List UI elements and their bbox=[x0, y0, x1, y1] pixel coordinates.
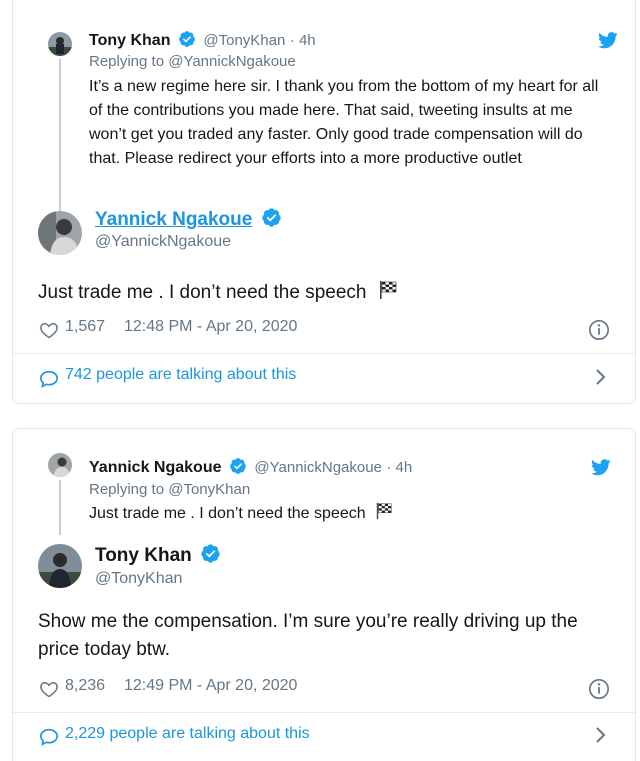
checkered-flag-emoji bbox=[378, 280, 398, 300]
author-handle[interactable]: @YannickNgakoue bbox=[95, 233, 231, 251]
verified-badge-icon bbox=[261, 207, 282, 228]
quoted-tweet-text: It’s a new regime here sir. I thank you … bbox=[89, 78, 599, 167]
author-handle[interactable]: @TonyKhan bbox=[95, 570, 182, 588]
quoted-tweet-body: Just trade me . I don’t need the speech bbox=[89, 505, 366, 522]
quoted-tweet-text: Just trade me . I don’t need the speech bbox=[89, 502, 393, 526]
tweet-text-body: Just trade me . I don’t need the speech bbox=[38, 282, 367, 303]
heart-icon[interactable] bbox=[39, 679, 59, 699]
author-header: Yannick Ngakoue bbox=[95, 207, 282, 231]
replying-to[interactable]: Replying to @TonyKhan bbox=[89, 481, 250, 498]
embedded-tweet-card-1: Tony Khan @TonyKhan · 4h Replying to @Ya… bbox=[12, 0, 636, 404]
twitter-bird-icon[interactable] bbox=[598, 32, 618, 49]
verified-badge-icon bbox=[178, 30, 196, 48]
quoted-time[interactable]: · 4h bbox=[290, 32, 316, 49]
author-name[interactable]: Tony Khan bbox=[95, 545, 192, 566]
tweet-timestamp[interactable]: 12:49 PM - Apr 20, 2020 bbox=[124, 677, 297, 695]
verified-badge-icon bbox=[200, 543, 221, 564]
comment-bubble-icon bbox=[39, 728, 59, 746]
heart-icon[interactable] bbox=[39, 320, 59, 340]
quoted-author-handle[interactable]: @TonyKhan bbox=[203, 32, 285, 49]
tweet-text-line-1: Show me the compensation. I’m sure you’r… bbox=[38, 611, 578, 632]
quoted-author-name[interactable]: Yannick Ngakoue bbox=[89, 459, 222, 476]
author-name-link[interactable]: Yannick Ngakoue bbox=[95, 209, 252, 230]
tweet-text-line-2: price today btw. bbox=[38, 639, 171, 660]
verified-badge-icon bbox=[229, 457, 247, 475]
tony-khan-avatar[interactable] bbox=[38, 544, 82, 588]
quoted-author-name[interactable]: Tony Khan bbox=[89, 32, 170, 49]
chevron-right-icon bbox=[595, 726, 607, 744]
like-count[interactable]: 8,236 bbox=[65, 677, 105, 695]
yannick-ngakoue-avatar[interactable] bbox=[38, 211, 82, 255]
chevron-right-icon bbox=[595, 368, 607, 386]
quoted-header: Yannick Ngakoue @YannickNgakoue · 4h bbox=[89, 457, 412, 477]
like-count[interactable]: 1,567 bbox=[65, 318, 105, 336]
author-header: Tony Khan bbox=[95, 543, 221, 567]
yannick-ngakoue-avatar-small[interactable] bbox=[48, 453, 72, 477]
thread-line bbox=[59, 480, 61, 535]
quoted-header: Tony Khan @TonyKhan · 4h bbox=[89, 30, 316, 50]
info-icon[interactable] bbox=[588, 678, 610, 700]
tweet-text: Just trade me . I don’t need the speech bbox=[38, 279, 398, 307]
checkered-flag-emoji bbox=[375, 502, 393, 520]
tweet-text: Show me the compensation. I’m sure you’r… bbox=[38, 608, 628, 664]
twitter-bird-icon[interactable] bbox=[591, 459, 611, 476]
talking-about-link[interactable]: 2,229 people are talking about this bbox=[13, 713, 635, 761]
comment-bubble-icon bbox=[39, 370, 59, 388]
tweet-timestamp[interactable]: 12:48 PM - Apr 20, 2020 bbox=[124, 318, 297, 336]
replying-to[interactable]: Replying to @YannickNgakoue bbox=[89, 53, 296, 70]
quoted-time[interactable]: · 4h bbox=[386, 459, 412, 476]
talking-about-text[interactable]: 2,229 people are talking about this bbox=[65, 725, 310, 743]
talking-about-text[interactable]: 742 people are talking about this bbox=[65, 366, 296, 384]
info-icon[interactable] bbox=[588, 319, 610, 341]
tony-khan-avatar-small[interactable] bbox=[48, 32, 72, 56]
talking-about-link[interactable]: 742 people are talking about this bbox=[13, 354, 635, 402]
embedded-tweet-card-2: Yannick Ngakoue @YannickNgakoue · 4h Rep… bbox=[12, 428, 636, 761]
quoted-author-handle[interactable]: @YannickNgakoue bbox=[254, 459, 382, 476]
